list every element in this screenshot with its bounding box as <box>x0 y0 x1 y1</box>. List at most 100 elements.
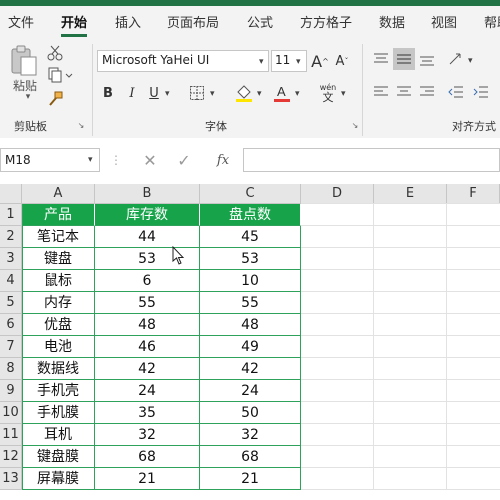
row-header[interactable]: 5 <box>0 292 22 314</box>
table-cell[interactable]: 50 <box>200 402 301 424</box>
copy-icon[interactable] <box>46 66 76 84</box>
font-color-dropdown-icon[interactable]: ▾ <box>295 89 300 99</box>
font-size-dropdown-icon[interactable]: ▾ <box>296 57 301 67</box>
table-cell[interactable]: 42 <box>95 358 200 380</box>
insert-function-icon[interactable]: fx <box>212 150 234 170</box>
tab-view[interactable]: 视图 <box>431 12 457 31</box>
bold-button[interactable]: B <box>100 84 116 102</box>
column-header-a[interactable]: A <box>22 184 95 204</box>
table-cell[interactable]: 内存 <box>22 292 95 314</box>
table-cell[interactable]: 48 <box>95 314 200 336</box>
table-cell[interactable]: 32 <box>95 424 200 446</box>
row-header[interactable]: 4 <box>0 270 22 292</box>
underline-button[interactable]: U <box>146 84 162 102</box>
tab-help[interactable]: 帮助 <box>484 12 500 31</box>
table-cell[interactable]: 鼠标 <box>22 270 95 292</box>
table-cell[interactable]: 48 <box>200 314 301 336</box>
tab-insert[interactable]: 插入 <box>115 12 141 31</box>
align-bottom-icon[interactable] <box>418 51 436 67</box>
table-cell[interactable]: 24 <box>95 380 200 402</box>
table-cell[interactable]: 数据线 <box>22 358 95 380</box>
shrink-font-button[interactable]: Aˇ <box>333 52 351 70</box>
align-top-icon[interactable] <box>372 51 390 67</box>
table-cell[interactable]: 53 <box>200 248 301 270</box>
column-header-b[interactable]: B <box>95 184 200 204</box>
decrease-indent-icon[interactable] <box>447 84 465 100</box>
table-cell[interactable]: 键盘膜 <box>22 446 95 468</box>
tab-page-layout[interactable]: 页面布局 <box>167 12 219 31</box>
column-header-f[interactable]: F <box>447 184 500 204</box>
table-cell[interactable]: 屏幕膜 <box>22 468 95 490</box>
table-cell[interactable]: 68 <box>95 446 200 468</box>
font-launcher-icon[interactable]: ↘ <box>350 120 360 130</box>
font-name-dropdown-icon[interactable]: ▾ <box>259 57 264 67</box>
table-cell[interactable]: 35 <box>95 402 200 424</box>
table-cell[interactable]: 45 <box>200 226 301 248</box>
paste-button[interactable] <box>6 44 42 78</box>
tab-fangfang[interactable]: 方方格子 <box>300 12 352 31</box>
table-cell[interactable]: 笔记本 <box>22 226 95 248</box>
align-middle-icon[interactable] <box>393 48 415 70</box>
font-color-icon[interactable]: A <box>272 82 292 104</box>
row-header[interactable]: 10 <box>0 402 22 424</box>
table-header-cell[interactable]: 盘点数 <box>200 204 301 226</box>
table-cell[interactable]: 24 <box>200 380 301 402</box>
phonetic-button[interactable]: wén 文 <box>316 82 340 104</box>
table-cell[interactable]: 68 <box>200 446 301 468</box>
row-header[interactable]: 11 <box>0 424 22 446</box>
tab-file[interactable]: 文件 <box>8 12 34 31</box>
grow-font-button[interactable]: A ^ <box>311 52 329 71</box>
font-size-input[interactable]: 11 <box>271 50 307 72</box>
table-cell[interactable]: 6 <box>95 270 200 292</box>
row-header[interactable]: 3 <box>0 248 22 270</box>
italic-button[interactable]: I <box>124 84 140 102</box>
table-cell[interactable]: 键盘 <box>22 248 95 270</box>
table-cell[interactable]: 21 <box>200 468 301 490</box>
name-box-dropdown-icon[interactable]: ▾ <box>88 155 93 165</box>
underline-dropdown-icon[interactable]: ▾ <box>165 89 170 99</box>
formula-input[interactable] <box>243 148 500 172</box>
align-right-icon[interactable] <box>418 84 436 100</box>
tab-data[interactable]: 数据 <box>379 12 405 31</box>
table-cell[interactable]: 电池 <box>22 336 95 358</box>
align-center-icon[interactable] <box>395 84 413 100</box>
table-header-cell[interactable]: 库存数 <box>95 204 200 226</box>
row-header[interactable]: 6 <box>0 314 22 336</box>
row-header[interactable]: 12 <box>0 446 22 468</box>
table-cell[interactable]: 10 <box>200 270 301 292</box>
column-header-e[interactable]: E <box>374 184 447 204</box>
table-cell[interactable]: 46 <box>95 336 200 358</box>
fill-color-icon[interactable] <box>234 82 254 104</box>
row-header[interactable]: 9 <box>0 380 22 402</box>
table-cell[interactable]: 耳机 <box>22 424 95 446</box>
table-cell[interactable]: 21 <box>95 468 200 490</box>
row-header[interactable]: 7 <box>0 336 22 358</box>
increase-indent-icon[interactable] <box>472 84 490 100</box>
cut-icon[interactable] <box>46 44 64 62</box>
column-header-c[interactable]: C <box>200 184 301 204</box>
table-cell[interactable]: 优盘 <box>22 314 95 336</box>
clipboard-launcher-icon[interactable]: ↘ <box>76 120 86 130</box>
enter-icon[interactable]: ✓ <box>174 150 194 170</box>
phonetic-dropdown-icon[interactable]: ▾ <box>341 89 346 99</box>
table-cell[interactable]: 44 <box>95 226 200 248</box>
tab-formulas[interactable]: 公式 <box>247 12 273 31</box>
paste-label[interactable]: 粘贴 <box>8 78 42 93</box>
row-header[interactable]: 1 <box>0 204 22 226</box>
table-cell[interactable]: 55 <box>200 292 301 314</box>
table-cell[interactable]: 55 <box>95 292 200 314</box>
font-name-input[interactable]: Microsoft YaHei UI <box>97 50 269 72</box>
cancel-icon[interactable]: ✕ <box>140 150 160 170</box>
table-header-cell[interactable]: 产品 <box>22 204 95 226</box>
table-cell[interactable]: 49 <box>200 336 301 358</box>
column-header-d[interactable]: D <box>301 184 374 204</box>
format-painter-icon[interactable] <box>46 90 64 108</box>
table-cell[interactable]: 手机壳 <box>22 380 95 402</box>
table-cell[interactable]: 42 <box>200 358 301 380</box>
orientation-dropdown-icon[interactable]: ▾ <box>468 56 473 66</box>
fill-color-dropdown-icon[interactable]: ▾ <box>257 89 262 99</box>
align-left-icon[interactable] <box>372 84 390 100</box>
row-header[interactable]: 13 <box>0 468 22 490</box>
row-header[interactable]: 8 <box>0 358 22 380</box>
borders-dropdown-icon[interactable]: ▾ <box>210 89 215 99</box>
